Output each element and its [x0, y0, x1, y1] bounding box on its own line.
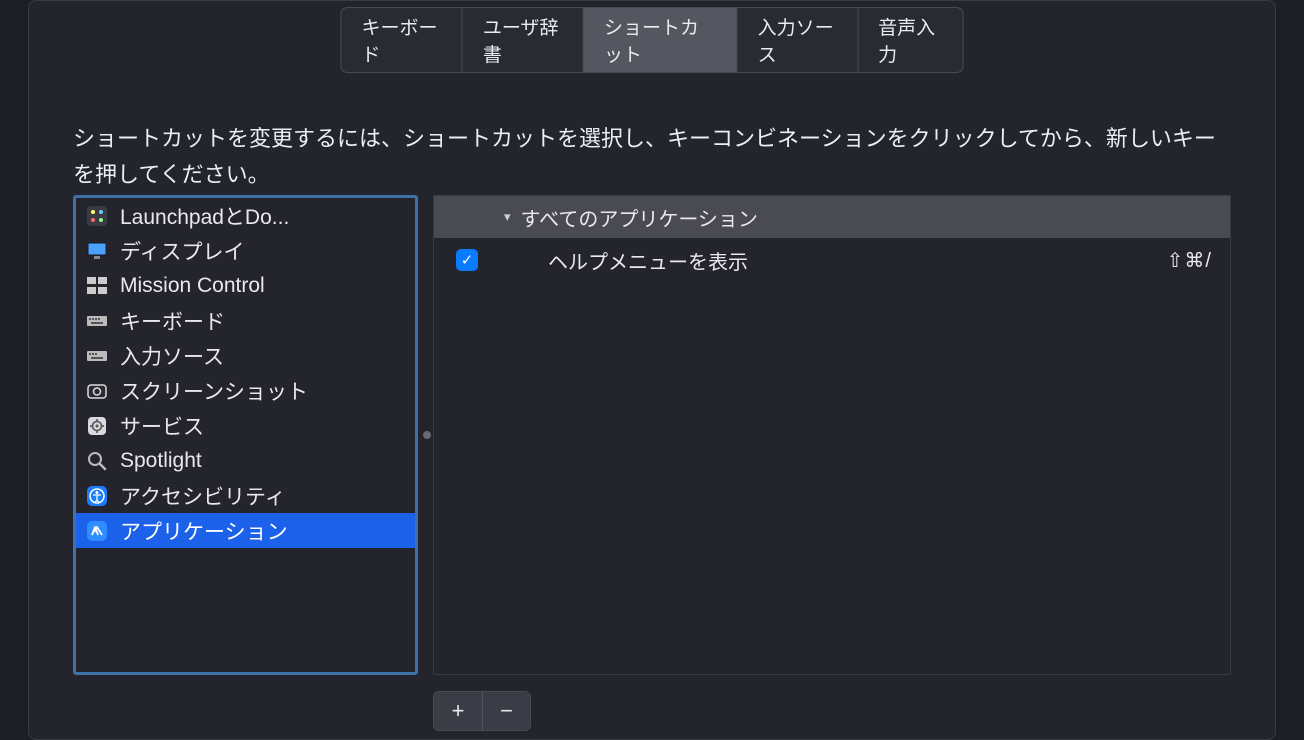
sidebar-item-launchpad[interactable]: LaunchpadとDo... [76, 198, 415, 233]
add-remove-buttons: + − [433, 691, 531, 731]
sidebar-item-label: ディスプレイ [120, 236, 245, 266]
sidebar-item-mission-control[interactable]: Mission Control [76, 268, 415, 303]
category-sidebar: LaunchpadとDo... ディスプレイ Mission Control キ… [73, 195, 418, 675]
sidebar-item-label: キーボード [120, 306, 225, 336]
splitter-handle[interactable] [423, 431, 431, 439]
sidebar-item-services[interactable]: サービス [76, 408, 415, 443]
tab-user-dict-label: ユーザ辞書 [483, 13, 563, 67]
accessibility-icon [84, 483, 110, 509]
sidebar-item-label: アクセシビリティ [120, 481, 286, 511]
sidebar-item-label: 入力ソース [120, 341, 224, 371]
tab-shortcuts[interactable]: ショートカット [584, 8, 738, 72]
tab-dictation[interactable]: 音声入力 [858, 8, 962, 72]
chevron-down-icon: ▾ [504, 209, 511, 225]
tab-keyboard-label: キーボード [362, 13, 442, 67]
tab-keyboard[interactable]: キーボード [342, 8, 463, 72]
applications-icon [84, 518, 110, 544]
plus-icon: + [452, 698, 465, 724]
sidebar-item-label: スクリーンショット [120, 376, 308, 406]
tab-input-sources[interactable]: 入力ソース [738, 8, 859, 72]
mission-control-icon [84, 273, 110, 299]
shortcut-detail: ▾ すべてのアプリケーション ✓ ヘルプメニューを表示 ⇧⌘/ [433, 195, 1231, 675]
shortcut-row-label: ヘルプメニューを表示 [548, 246, 748, 275]
sidebar-item-label: アプリケーション [120, 516, 288, 546]
services-icon [84, 413, 110, 439]
tab-dictation-label: 音声入力 [878, 13, 942, 67]
spotlight-icon [84, 448, 110, 474]
sidebar-item-label: サービス [120, 411, 204, 441]
tab-bar: キーボード ユーザ辞書 ショートカット 入力ソース 音声入力 [341, 7, 964, 73]
sidebar-item-display[interactable]: ディスプレイ [76, 233, 415, 268]
launchpad-icon [84, 203, 110, 229]
display-icon [84, 238, 110, 264]
sidebar-item-spotlight[interactable]: Spotlight [76, 443, 415, 478]
add-button[interactable]: + [434, 692, 482, 730]
shortcut-key-combo[interactable]: ⇧⌘/ [1167, 248, 1212, 273]
instruction-text: ショートカットを変更するには、ショートカットを選択し、キーコンビネーションをクリ… [73, 121, 1231, 194]
shortcut-enable-checkbox[interactable]: ✓ [456, 249, 478, 271]
sidebar-item-screenshot[interactable]: スクリーンショット [76, 373, 415, 408]
sidebar-item-label: Spotlight [120, 449, 202, 473]
sidebar-item-input-sources[interactable]: 入力ソース [76, 338, 415, 373]
remove-button[interactable]: − [482, 692, 530, 730]
tab-shortcuts-label: ショートカット [604, 13, 717, 67]
preferences-panel: キーボード ユーザ辞書 ショートカット 入力ソース 音声入力 ショートカットを変… [28, 0, 1276, 740]
screenshot-icon [84, 378, 110, 404]
keyboard-icon [84, 308, 110, 334]
sidebar-item-label: LaunchpadとDo... [120, 201, 289, 231]
detail-group-title: すべてのアプリケーション [521, 203, 758, 232]
tab-user-dict[interactable]: ユーザ辞書 [463, 8, 584, 72]
sidebar-item-keyboard[interactable]: キーボード [76, 303, 415, 338]
minus-icon: − [500, 698, 513, 724]
sidebar-item-applications[interactable]: アプリケーション [76, 513, 415, 548]
tab-input-sources-label: 入力ソース [758, 13, 838, 67]
shortcut-row[interactable]: ✓ ヘルプメニューを表示 ⇧⌘/ [434, 238, 1230, 282]
sidebar-item-accessibility[interactable]: アクセシビリティ [76, 478, 415, 513]
detail-group-header[interactable]: ▾ すべてのアプリケーション [434, 196, 1230, 238]
sidebar-item-label: Mission Control [120, 274, 265, 298]
input-sources-icon [84, 343, 110, 369]
